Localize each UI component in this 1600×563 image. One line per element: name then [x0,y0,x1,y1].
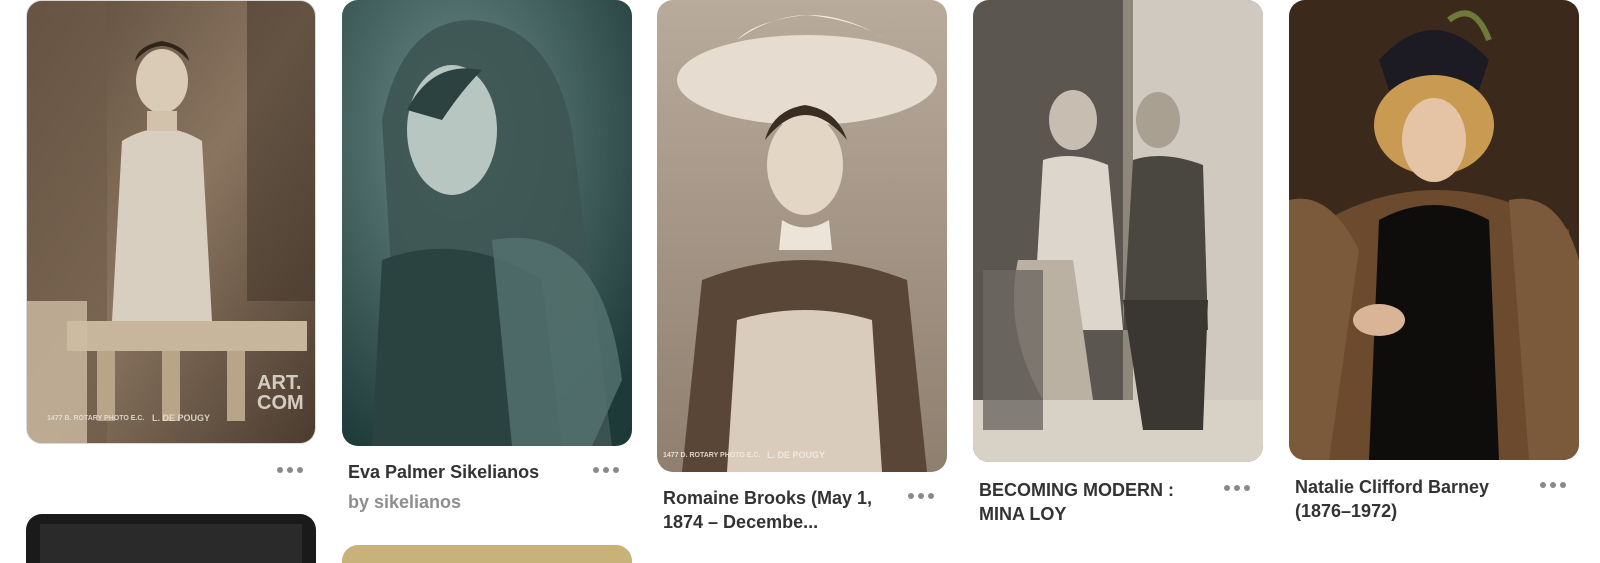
pin-image-natalie-barney[interactable] [1289,0,1579,460]
pin-title[interactable]: Natalie Clifford Barney (1876–1972) [1295,475,1525,523]
dot-icon [287,467,293,473]
photo-caption-right: L. DE POUGY [767,450,826,460]
more-options-button[interactable] [903,486,939,506]
dot-icon [277,467,283,473]
dot-icon [1560,482,1566,488]
dot-icon [603,467,609,473]
dot-icon [1540,482,1546,488]
pin-image-eva-palmer[interactable] [342,0,632,446]
dot-icon [297,467,303,473]
pin-image-romaine-brooks[interactable]: 1477 D. ROTARY PHOTO E.C. L. DE POUGY [657,0,947,472]
dot-icon [908,493,914,499]
photo-caption-left: 1477 D. ROTARY PHOTO E.C. [663,452,761,459]
pin-image-next[interactable] [342,545,632,563]
dot-icon [928,493,934,499]
dot-icon [593,467,599,473]
watermark-stamp: ART. COM [257,372,304,414]
pin-subtitle[interactable]: by sikelianos [348,490,578,514]
pin-image-liane-de-pougy[interactable]: ART. COM 1477 B. ROTARY PHOTO E.C. L. DE… [26,0,316,444]
pin-grid: ART. COM 1477 B. ROTARY PHOTO E.C. L. DE… [0,0,1600,563]
dot-icon [1234,485,1240,491]
more-options-button[interactable] [272,460,308,480]
dot-icon [918,493,924,499]
dot-icon [1224,485,1230,491]
pin-title[interactable]: BECOMING MODERN : MINA LOY [979,478,1194,526]
more-options-button[interactable] [588,460,624,480]
dot-icon [1550,482,1556,488]
more-options-button[interactable] [1219,478,1255,498]
pin-image-next[interactable] [26,514,316,563]
photo-caption-right: L. DE POUGY [152,413,211,423]
photo-caption-left: 1477 B. ROTARY PHOTO E.C. [47,415,145,422]
dot-icon [613,467,619,473]
more-options-button[interactable] [1535,475,1571,495]
pin-title[interactable]: Romaine Brooks (May 1, 1874 – Decembe... [663,486,888,534]
dot-icon [1244,485,1250,491]
pin-image-mina-loy[interactable] [973,0,1263,462]
pin-title[interactable]: Eva Palmer Sikelianos [348,460,578,484]
